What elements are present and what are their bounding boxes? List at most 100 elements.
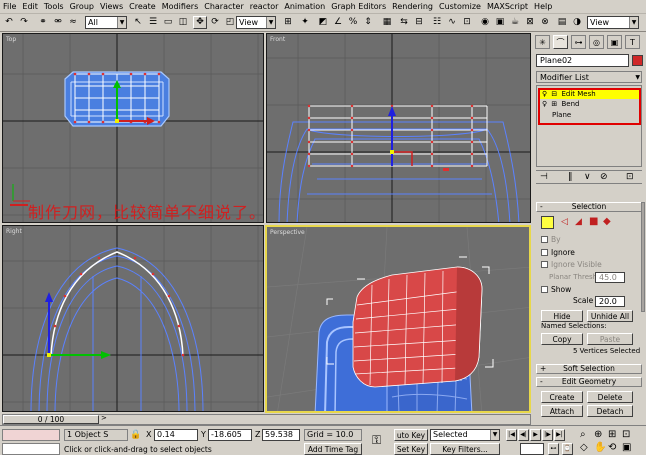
selection-rollout-header[interactable]: - Selection	[536, 202, 642, 212]
menu-file[interactable]: File	[0, 0, 19, 14]
key-mode-toggle-icon[interactable]: ⊷	[548, 443, 559, 455]
unlink-icon[interactable]: ⚮	[51, 16, 65, 29]
viewport-label-perspective[interactable]: Perspective	[270, 229, 305, 236]
prev-frame-icon[interactable]: ◀|	[518, 429, 529, 441]
create-button[interactable]: Create	[541, 391, 583, 403]
select-object-icon[interactable]: ↖	[131, 16, 145, 29]
menu-maxscript[interactable]: MAXScript	[484, 0, 531, 14]
zoom-extents-icon[interactable]: ⊞	[608, 429, 616, 440]
y-coord-field[interactable]: -18.605	[208, 429, 252, 441]
spinner-snap-icon[interactable]: ⇕	[361, 16, 375, 29]
material-editor-icon[interactable]: ◉	[478, 16, 492, 29]
curve-editor-icon[interactable]: ∿	[445, 16, 459, 29]
menu-graph-editors[interactable]: Graph Editors	[328, 0, 389, 14]
pan-icon[interactable]: ✋	[594, 442, 606, 453]
motion-tab-icon[interactable]: ◎	[589, 35, 604, 49]
viewport-front[interactable]: Front	[266, 33, 531, 223]
modifier-list-dropdown[interactable]: Modifier List ▼	[536, 71, 642, 83]
goto-end-icon[interactable]: ▶|	[554, 429, 565, 441]
time-slider-thumb[interactable]: 0 / 100	[3, 415, 99, 424]
paste-button[interactable]: Paste	[587, 333, 633, 345]
render-last-icon[interactable]: ⊗	[538, 16, 552, 29]
percent-snap-icon[interactable]: %	[346, 16, 360, 29]
select-rotate-icon[interactable]: ⟳	[208, 16, 222, 29]
vertex-mode-icon[interactable]	[541, 216, 554, 229]
menu-customize[interactable]: Customize	[436, 0, 484, 14]
rect-selection-icon[interactable]: ▭	[161, 16, 175, 29]
align-icon[interactable]: ⊟	[412, 16, 426, 29]
menu-reactor[interactable]: reactor	[247, 0, 282, 14]
render-frame-icon[interactable]: ▤	[555, 16, 569, 29]
element-mode-icon[interactable]: ◆	[603, 216, 611, 227]
key-mode-dropdown[interactable]: Selected ▼	[430, 429, 500, 441]
create-tab-icon[interactable]: ✳	[535, 35, 550, 49]
redo-icon[interactable]: ↷	[17, 16, 31, 29]
lock-selection-icon[interactable]: 🔒	[130, 430, 141, 440]
layer-manager-icon[interactable]: ☷	[430, 16, 444, 29]
zoom-all-icon[interactable]: ⊕	[594, 429, 602, 440]
face-mode-icon[interactable]: ◢	[575, 217, 582, 227]
select-manipulate-icon[interactable]: ✦	[298, 16, 312, 29]
bind-spacewarp-icon[interactable]: ≈	[66, 16, 80, 29]
menu-rendering[interactable]: Rendering	[389, 0, 436, 14]
selection-filter-dropdown[interactable]: All ▼	[85, 16, 127, 29]
arc-rotate-icon[interactable]: ⟲	[608, 442, 616, 453]
quick-render-icon[interactable]: ☕	[508, 16, 522, 29]
soft-selection-rollout-header[interactable]: + Soft Selection	[536, 364, 642, 374]
delete-button[interactable]: Delete	[587, 391, 633, 403]
object-color-swatch[interactable]	[632, 55, 643, 66]
mirror-icon[interactable]: ⇆	[397, 16, 411, 29]
maximize-viewport-icon[interactable]: ▣	[622, 442, 631, 453]
panel-scrollbar[interactable]	[641, 202, 645, 312]
pivot-center-icon[interactable]: ⊞	[281, 16, 295, 29]
set-key-button[interactable]: Set Key	[394, 443, 428, 455]
display-tab-icon[interactable]: ▣	[607, 35, 622, 49]
next-frame-icon[interactable]: |▶	[542, 429, 553, 441]
zoom-extents-all-icon[interactable]: ⊡	[622, 429, 630, 440]
z-coord-field[interactable]: 59.538	[262, 429, 300, 441]
show-normals-checkbox[interactable]: Show	[541, 285, 571, 295]
next-frame-icon[interactable]: >	[101, 414, 107, 422]
expand-icon[interactable]: ⊟	[551, 90, 557, 98]
time-slider-track[interactable]: 0 / 100 >	[2, 414, 531, 425]
edit-geometry-rollout-header[interactable]: - Edit Geometry	[536, 377, 642, 387]
configure-sets-icon[interactable]: ⊡	[626, 172, 634, 182]
attach-button[interactable]: Attach	[541, 405, 583, 417]
planar-thresh-field[interactable]: 45.0	[595, 272, 625, 283]
viewport-right[interactable]: Right	[2, 225, 264, 412]
current-frame-field[interactable]	[520, 443, 544, 455]
viewport-label-front[interactable]: Front	[270, 36, 285, 43]
detach-button[interactable]: Detach	[587, 405, 633, 417]
stack-item-plane[interactable]: Plane	[540, 111, 639, 120]
stack-item-bend[interactable]: ♀ ⊞ Bend	[540, 100, 639, 109]
render-scene-icon[interactable]: ▣	[493, 16, 507, 29]
lightbulb-icon[interactable]: ♀	[542, 100, 547, 108]
reference-coord-dropdown[interactable]: View ▼	[236, 16, 276, 29]
ignore-visible-checkbox[interactable]: Ignore Visible	[541, 260, 602, 270]
pin-stack-icon[interactable]: ⊣	[540, 172, 548, 182]
menu-character[interactable]: Character	[201, 0, 247, 14]
utilities-tab-icon[interactable]: T	[625, 35, 640, 49]
remove-modifier-icon[interactable]: ⊘	[600, 172, 608, 182]
maxscript-listener-field[interactable]	[2, 429, 60, 441]
hierarchy-tab-icon[interactable]: ⊶	[571, 35, 586, 49]
select-scale-icon[interactable]: ◰	[223, 16, 237, 29]
select-link-icon[interactable]: ⚭	[36, 16, 50, 29]
add-time-tag-button[interactable]: Add Time Tag	[304, 443, 362, 455]
viewport-perspective[interactable]: Perspective	[265, 225, 531, 413]
key-icon[interactable]: ⚿	[372, 433, 381, 448]
play-icon[interactable]: ▶	[530, 429, 541, 441]
schematic-view-icon[interactable]: ⊡	[460, 16, 474, 29]
menu-tools[interactable]: Tools	[41, 0, 67, 14]
field-of-view-icon[interactable]: ◇	[580, 442, 588, 453]
viewport-label-top[interactable]: Top	[6, 36, 16, 43]
copy-button[interactable]: Copy	[541, 333, 583, 345]
key-filters-button[interactable]: Key Filters...	[430, 443, 500, 455]
activeshade-icon[interactable]: ◑	[570, 16, 584, 29]
menu-views[interactable]: Views	[97, 0, 126, 14]
object-name-field[interactable]: Plane02	[536, 54, 629, 67]
time-config-icon[interactable]: ⌚	[562, 443, 573, 455]
viewport-top[interactable]: Top	[2, 33, 264, 223]
window-crossing-icon[interactable]: ◫	[176, 16, 190, 29]
scale-field[interactable]: 20.0	[595, 296, 625, 307]
